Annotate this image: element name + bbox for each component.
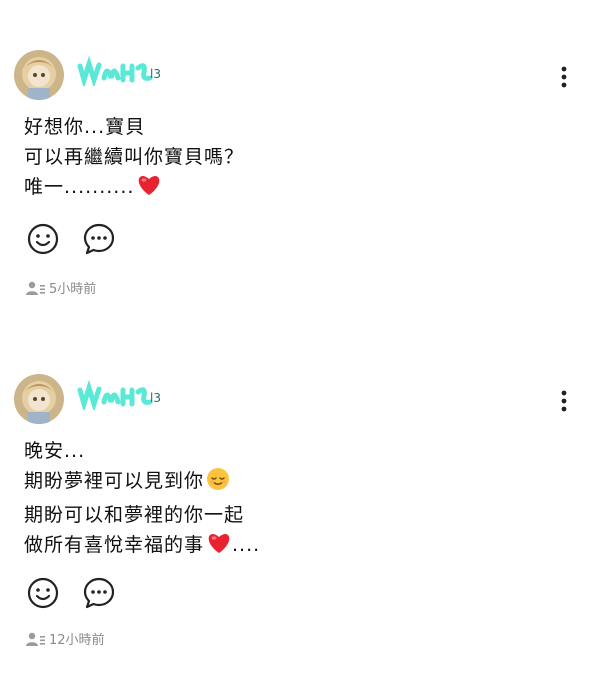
post-body: 晚安... 期盼夢裡可以見到你 期盼可以和夢裡的你一起 做所有喜悅幸福的事 ..… [24, 436, 260, 564]
post-line: 晚安... [24, 440, 86, 462]
more-options-button[interactable] [554, 386, 574, 416]
post-line-trailing: .... [232, 534, 261, 556]
post-line: 做所有喜悅幸福的事 [24, 534, 205, 556]
post-meta: 12小時前 [26, 629, 105, 648]
relieved-face-emoji-icon [206, 467, 230, 500]
comment-button[interactable] [82, 222, 116, 256]
comment-icon [83, 223, 115, 255]
heart-emoji-icon [136, 173, 162, 206]
react-button[interactable] [26, 222, 60, 256]
timestamp: 5小時前 [49, 282, 97, 297]
post-line: 唯一.......... [24, 176, 135, 198]
svg-text:l3: l3 [150, 67, 161, 81]
post-line-with-emoji: 做所有喜悅幸福的事 .... [24, 530, 260, 564]
more-options-button[interactable] [554, 62, 574, 92]
post-meta: 5小時前 [26, 278, 96, 297]
avatar[interactable] [14, 50, 64, 100]
more-vertical-icon [561, 66, 567, 88]
post-line: 可以再繼續叫你寶貝嗎？ [24, 146, 245, 168]
viewers-icon [26, 632, 45, 646]
more-vertical-icon [561, 390, 567, 412]
post-body: 好想你...寶貝 可以再繼續叫你寶貝嗎？ 唯一.......... [24, 112, 244, 206]
smile-icon [27, 577, 59, 609]
svg-text:l3: l3 [150, 391, 161, 405]
heart-emoji-icon [206, 531, 232, 564]
viewers-icon [26, 281, 45, 295]
post-line-with-emoji: 唯一.......... [24, 172, 244, 206]
timestamp: 12小時前 [49, 633, 105, 648]
smile-icon [27, 223, 59, 255]
comment-icon [83, 577, 115, 609]
post-line-with-emoji: 期盼夢裡可以見到你 [24, 466, 260, 500]
post-line: 好想你...寶貝 [24, 116, 146, 138]
username-redacted[interactable]: l3 [76, 380, 162, 410]
post-line: 期盼可以和夢裡的你一起 [24, 504, 245, 526]
avatar[interactable] [14, 374, 64, 424]
post-line: 期盼夢裡可以見到你 [24, 470, 205, 492]
comment-button[interactable] [82, 576, 116, 610]
react-button[interactable] [26, 576, 60, 610]
post-actions [26, 576, 116, 610]
username-redacted[interactable]: l3 [76, 56, 162, 86]
post-actions [26, 222, 116, 256]
feed: l3 好想你...寶貝 可以再繼續叫你寶貝嗎？ 唯一.......... 5小時… [0, 0, 590, 690]
